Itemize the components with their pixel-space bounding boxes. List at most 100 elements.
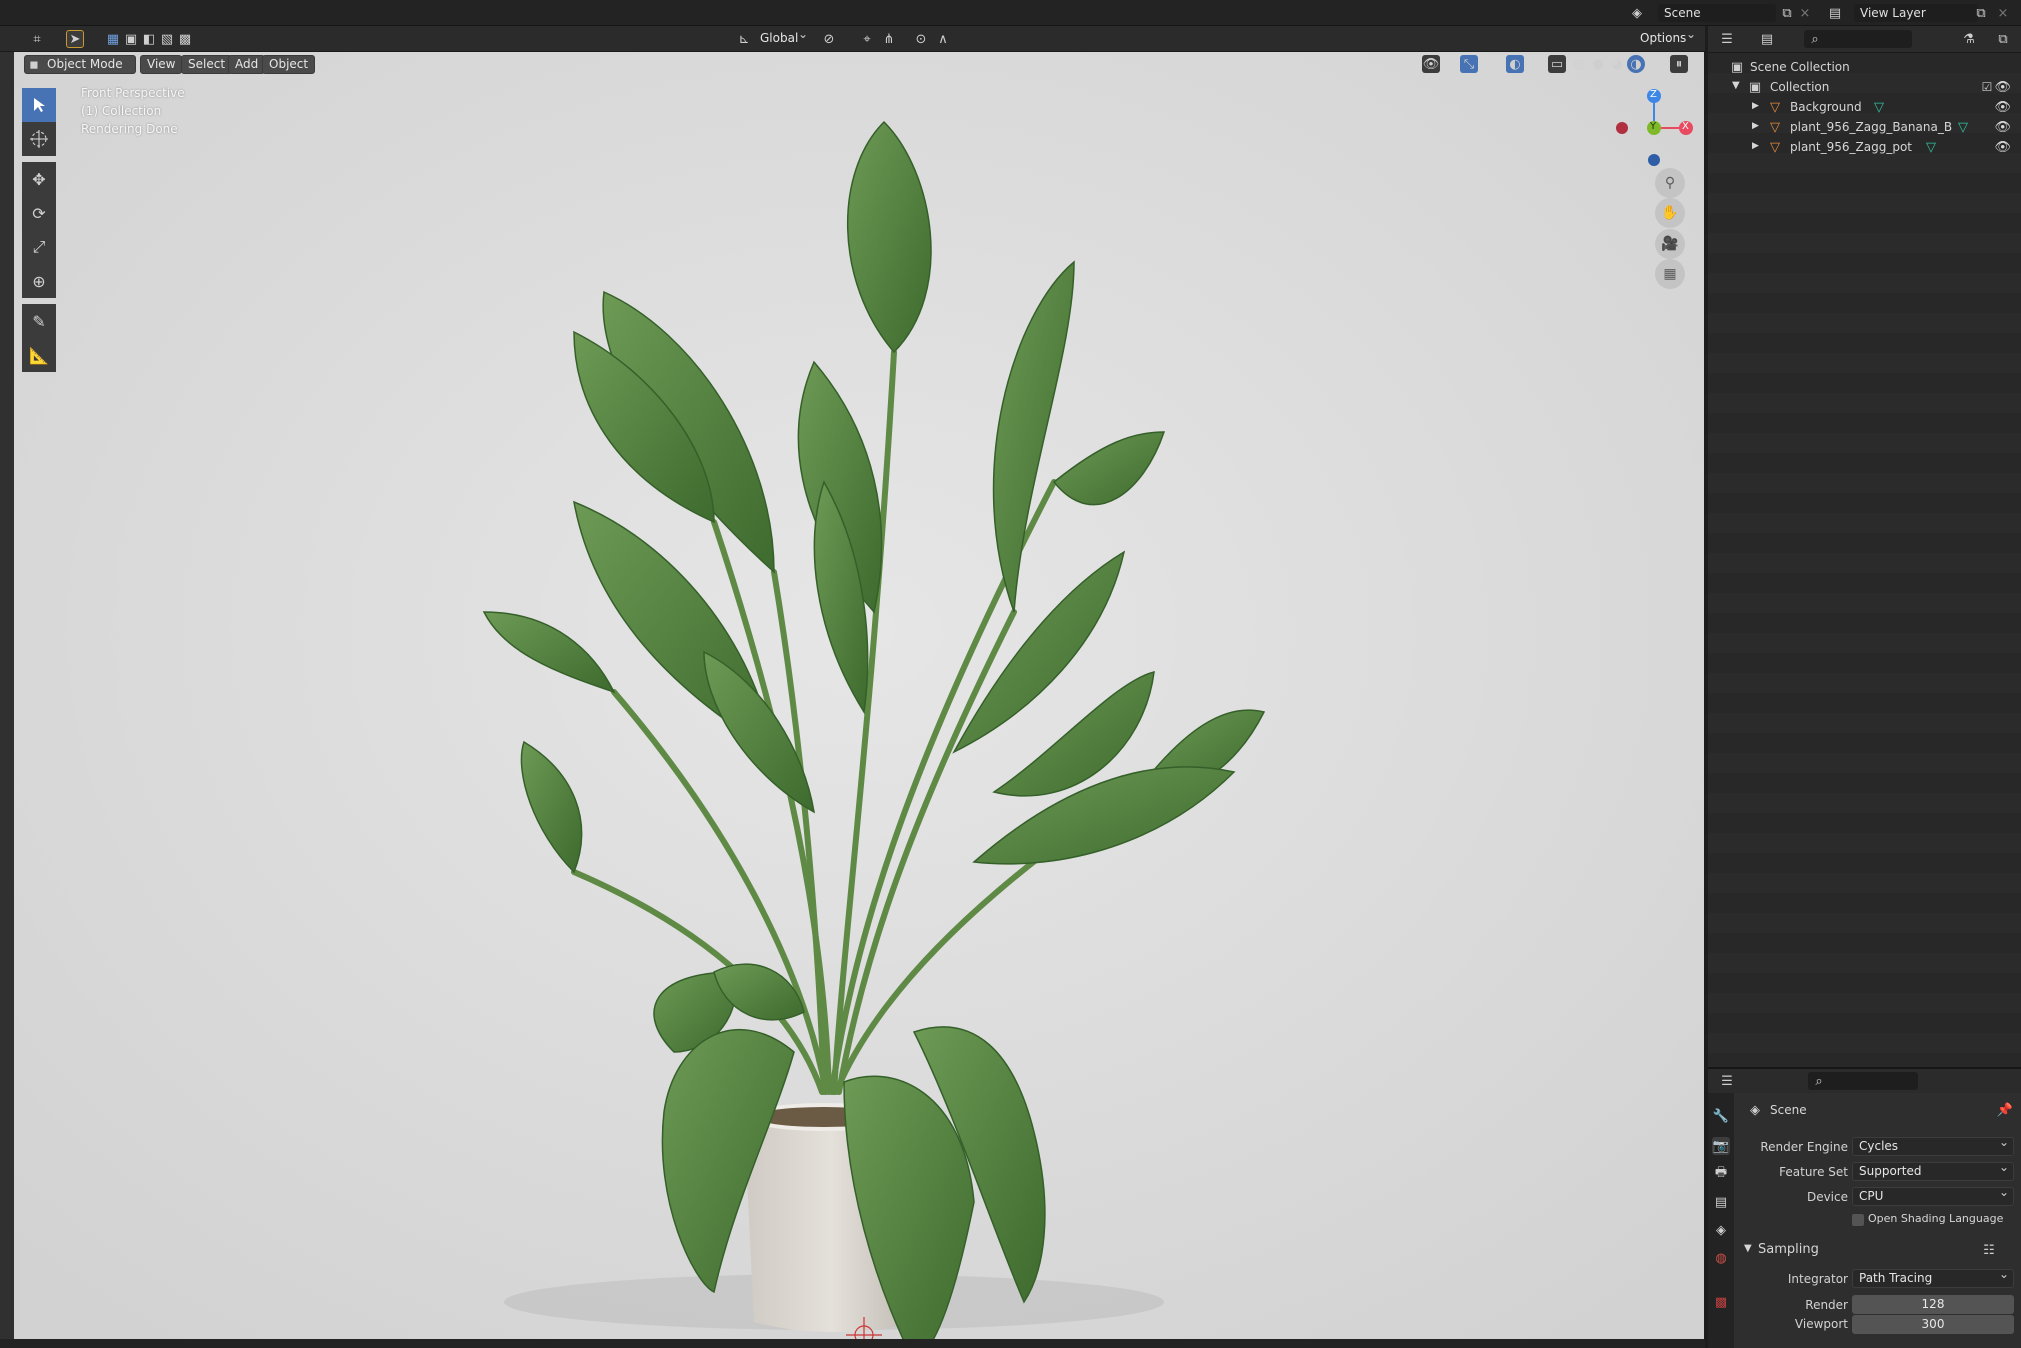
mesh-data-icon[interactable]: ▽ (1870, 98, 1888, 116)
object-mode-icon: ◼ (29, 57, 39, 71)
select-mode-extend-icon[interactable]: ▣ (122, 30, 140, 48)
menu-object[interactable]: Object (262, 55, 316, 74)
viewport-header: ⌗ ➤ ▦ ▣ ◧ ▧ ▩ ⊾ Global ⊘ ⌖ ⋔ ⊙ ∧ Options (0, 26, 1705, 52)
menu-view[interactable]: View (140, 55, 183, 74)
close-view-layer-icon[interactable]: × (1994, 4, 2012, 22)
eye-icon[interactable]: 👁 (1994, 120, 2011, 135)
scene-icon[interactable]: ◈ (1628, 4, 1646, 22)
menu-select[interactable]: Select (181, 55, 233, 74)
ortho-toggle-icon[interactable]: ▦ (1655, 259, 1685, 289)
expand-arrow-icon[interactable]: ▶ (1752, 121, 1759, 131)
outliner-editor-icon[interactable]: ☰ (1718, 30, 1736, 48)
falloff-icon[interactable]: ∧ (934, 30, 952, 48)
mesh-data-icon[interactable]: ▽ (1922, 138, 1940, 156)
scene-icon: ◈ (1750, 1102, 1760, 1118)
rotate-icon[interactable]: ⟳ (22, 196, 56, 230)
options-dropdown[interactable]: Options (1634, 26, 1700, 49)
eye-icon[interactable]: 👁 (1994, 140, 2011, 155)
display-mode-icon[interactable]: ▤ (1758, 30, 1776, 48)
device-dropdown[interactable]: CPU (1852, 1184, 2014, 1206)
properties-tabs: 🔧 📷 🖶 ▤ ◈ ◍ ▩ (1708, 1093, 1734, 1348)
eye-icon[interactable]: 👁 (1994, 100, 2011, 115)
render-engine-dropdown[interactable]: Cycles (1852, 1134, 2014, 1156)
pivot-icon[interactable]: ⊘ (820, 30, 838, 48)
viewport-samples-label: Viewport (1794, 1317, 1848, 1331)
sampling-panel-title[interactable]: Sampling (1758, 1242, 1819, 1257)
new-view-layer-icon[interactable]: ⧉ (1972, 4, 1990, 22)
pause-render-icon[interactable]: ⏸ (1670, 55, 1688, 73)
texture-tab-icon[interactable]: ▩ (1712, 1293, 1730, 1311)
new-collection-icon[interactable]: ⧉ (1994, 30, 2012, 48)
properties-editor-icon[interactable]: ☰ (1718, 1072, 1736, 1090)
render-tab-icon[interactable]: 📷 (1712, 1137, 1730, 1155)
snap-target-icon[interactable]: ⋔ (880, 30, 898, 48)
tool-tab-icon[interactable]: 🔧 (1712, 1107, 1730, 1125)
outliner-row-collection[interactable]: ▼ ▣ Collection ☑ 👁 (1708, 77, 2021, 97)
scene-collection-label: Scene Collection (1750, 60, 1850, 74)
annotate-icon[interactable]: ✎ (22, 304, 56, 338)
pan-icon[interactable]: ✋ (1655, 198, 1685, 228)
integrator-dropdown[interactable]: Path Tracing (1852, 1266, 2014, 1288)
proportional-edit-icon[interactable]: ⊙ (912, 30, 930, 48)
scale-icon[interactable]: ⤢ (22, 230, 56, 264)
outliner-row-object[interactable]: ▶ ▽ plant_956_Zagg_pot ▽ 👁 (1708, 137, 2021, 157)
viewport-samples-field[interactable]: 300 (1852, 1315, 2014, 1334)
menu-add[interactable]: Add (228, 55, 266, 74)
outliner-row-object[interactable]: ▶ ▽ Background ▽ 👁 (1708, 97, 2021, 117)
editor-type-icon[interactable]: ⌗ (28, 30, 46, 48)
filter-icon[interactable]: ⚗ (1960, 30, 1978, 48)
pin-icon[interactable]: 📌 (1996, 1101, 2014, 1119)
osl-checkbox[interactable] (1852, 1214, 1864, 1226)
properties-header: ☰ ⌕ (1708, 1067, 2021, 1093)
properties-panel: ◈ Scene 📌 Render Engine Cycles Feature S… (1734, 1093, 2021, 1348)
checkbox-icon[interactable]: ☑ (1978, 78, 1996, 96)
cursor-icon[interactable] (22, 122, 56, 156)
overlay-perspective: Front Perspective (81, 86, 185, 100)
overlays-icon[interactable]: ◐ (1506, 55, 1524, 73)
zoom-icon[interactable]: ⚲ (1655, 168, 1685, 198)
outliner-row-object[interactable]: ▶ ▽ plant_956_Zagg_Banana_B ▽ 👁 (1708, 117, 2021, 137)
collapse-arrow-icon[interactable]: ▼ (1744, 1243, 1752, 1254)
snap-icon[interactable]: ⌖ (858, 30, 876, 48)
select-mode-invert-icon[interactable]: ▧ (158, 30, 176, 48)
transform-orientation-dropdown[interactable]: Global (754, 26, 812, 49)
scene-tab-icon[interactable]: ◈ (1712, 1221, 1730, 1239)
output-tab-icon[interactable]: 🖶 (1712, 1165, 1730, 1183)
top-bar: ◈ Scene ⧉ × ▤ View Layer ⧉ × (0, 0, 2021, 26)
rendered-shading-icon[interactable]: ◑ (1627, 55, 1645, 73)
select-mode-intersect-icon[interactable]: ▩ (176, 30, 194, 48)
select-mode-subtract-icon[interactable]: ◧ (140, 30, 158, 48)
wireframe-shading-icon[interactable]: ◎ (1570, 55, 1588, 73)
outliner-row-scene-collection[interactable]: ▣ Scene Collection (1708, 57, 2021, 77)
solid-shading-icon[interactable]: ● (1589, 55, 1607, 73)
xray-icon[interactable]: ▭ (1548, 55, 1566, 73)
feature-set-dropdown[interactable]: Supported (1852, 1159, 2014, 1181)
world-tab-icon[interactable]: ◍ (1712, 1249, 1730, 1267)
view-layer-tab-icon[interactable]: ▤ (1712, 1193, 1730, 1211)
properties-context: Scene (1770, 1103, 1807, 1117)
material-shading-icon[interactable]: ◕ (1608, 55, 1626, 73)
measure-icon[interactable]: 📐 (22, 338, 56, 372)
render-samples-field[interactable]: 128 (1852, 1295, 2014, 1314)
move-icon[interactable]: ✥ (22, 162, 56, 196)
expand-arrow-icon[interactable]: ▼ (1732, 80, 1740, 91)
camera-view-icon[interactable]: 🎥 (1655, 229, 1685, 259)
select-mode-new-icon[interactable]: ▦ (104, 30, 122, 48)
visibility-icon[interactable]: 👁 (1422, 55, 1440, 73)
select-tool-icon[interactable]: ➤ (66, 30, 84, 48)
viewport-3d[interactable]: Front Perspective (1) Collection Renderi… (14, 52, 1704, 1339)
status-strip (0, 1339, 1705, 1348)
expand-arrow-icon[interactable]: ▶ (1752, 141, 1759, 151)
mesh-data-icon[interactable]: ▽ (1954, 118, 1972, 136)
transform-icon[interactable]: ⊕ (22, 264, 56, 298)
select-box-icon[interactable] (22, 88, 56, 122)
view-layer-field[interactable]: View Layer (1854, 4, 1978, 22)
eye-icon[interactable]: 👁 (1994, 80, 2011, 95)
close-scene-icon[interactable]: × (1796, 4, 1814, 22)
expand-arrow-icon[interactable]: ▶ (1752, 101, 1759, 111)
scene-name-field[interactable]: Scene (1658, 4, 1776, 22)
presets-icon[interactable]: ☷ (1980, 1241, 1998, 1259)
gizmo-icon[interactable]: ⤡ (1460, 55, 1478, 73)
view-layer-icon[interactable]: ▤ (1826, 4, 1844, 22)
new-scene-icon[interactable]: ⧉ (1778, 4, 1796, 22)
